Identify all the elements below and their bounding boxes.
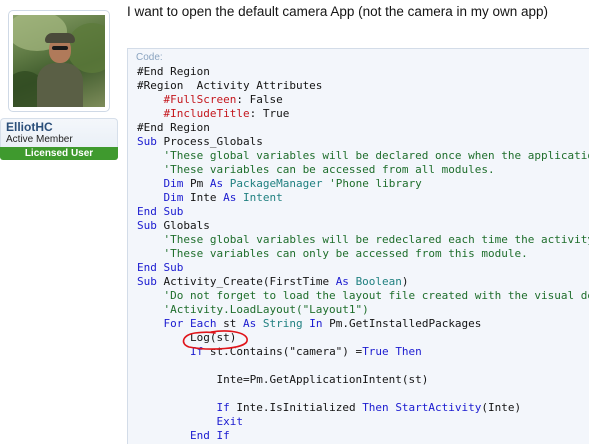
username-link[interactable]: ElliotHC: [6, 120, 53, 134]
code-line: 'Activity.LoadLayout("Layout1"): [137, 303, 369, 316]
code-label: Code:: [136, 52, 163, 63]
code-line: Dim Pm As PackageManager 'Phone library: [163, 177, 422, 190]
code-line: End Sub: [137, 261, 184, 274]
code-line: Sub Globals: [137, 219, 210, 232]
code-line: #End Region: [137, 65, 210, 78]
user-title: Active Member: [6, 134, 73, 145]
code-line: #IncludeTitle: True: [163, 107, 290, 120]
code-line: 'Do not forget to load the layout file c…: [137, 289, 589, 302]
avatar[interactable]: [13, 15, 105, 107]
code-block: Code: #End Region #Region Activity Attrib…: [127, 48, 589, 444]
code-line: End Sub: [137, 205, 184, 218]
avatar-frame[interactable]: [8, 10, 110, 112]
code-line: 'These global variables will be redeclar…: [137, 233, 589, 246]
code-line: #End Region: [137, 121, 210, 134]
post-question: I want to open the default camera App (n…: [127, 4, 548, 19]
code-line: If Inte.IsInitialized Then StartActivity…: [216, 401, 522, 414]
code-lines: #End Region #Region Activity Attributes #…: [137, 65, 589, 443]
red-circle-annotation-icon: [182, 330, 248, 350]
code-line: Dim Inte As Intent: [163, 191, 283, 204]
code-line: Exit: [216, 415, 243, 428]
code-line: Sub Process_Globals: [137, 135, 263, 148]
code-line: 'These global variables will be declared…: [137, 149, 589, 162]
code-line: #Region Activity Attributes: [137, 79, 323, 92]
code-line: 'These variables can be accessed from al…: [137, 163, 495, 176]
code-line: End If: [189, 429, 230, 442]
code-line: Inte=Pm.GetApplicationIntent(st): [137, 373, 429, 386]
code-line: 'These variables can only be accessed fr…: [137, 247, 528, 260]
user-panel: ElliotHC Active Member Licensed User: [0, 10, 120, 166]
code-line: #FullScreen: False: [163, 93, 283, 106]
licensed-user-badge: Licensed User: [0, 147, 118, 160]
code-line: Sub Activity_Create(FirstTime As Boolean…: [137, 275, 409, 288]
